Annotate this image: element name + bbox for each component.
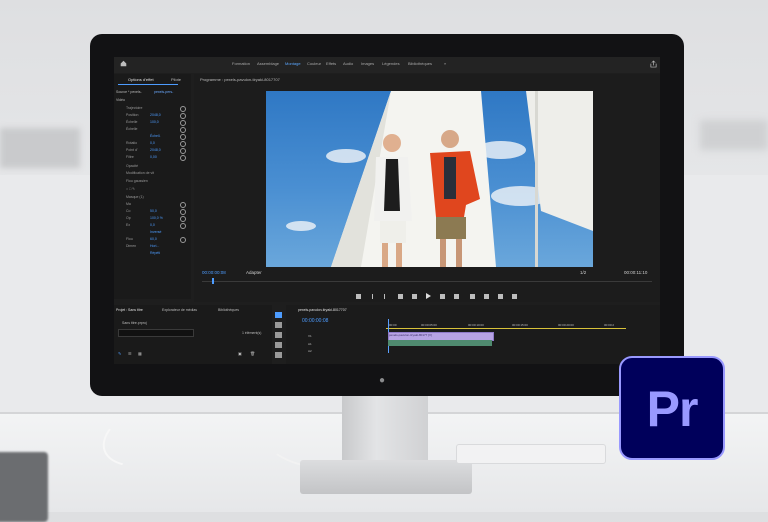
effect-controls-panel: Options d'effet Pilote Source * pexels- … [114,74,191,318]
timeline-timecode[interactable]: 00:00:00:08 [302,318,328,324]
fit-dropdown[interactable]: Adapter [246,270,262,275]
video-person-right [430,130,480,267]
project-filename: Sans titre.prproj [122,321,147,325]
workspace-tab[interactable]: Formation [232,61,250,66]
premiere-pro-logo-text: Pr [646,381,699,437]
lift-button[interactable] [470,294,475,299]
mark-in-button[interactable] [372,294,373,299]
workspace-tab[interactable]: Audio [343,61,353,66]
razor-tool-icon[interactable] [275,342,282,348]
video-cloud [286,221,316,231]
workspace-tab[interactable]: Images [361,61,374,66]
ruler-label: 00:00:10:00 [468,323,484,327]
tools-panel [274,312,284,362]
pen-tool-icon[interactable] [275,352,282,358]
background-shelf [0,128,80,168]
list-view-icon[interactable]: ☰ [128,351,132,356]
project-toolbar: ✎ ☰ ▦ ▣ 🗑 [118,351,268,357]
timeline-tab[interactable]: pexels-pavulon-tiryaki-8017707 [298,308,347,312]
source-label: Source * pexels- [116,90,142,94]
monitor-stand [342,394,428,464]
tab-media-browser[interactable]: Explorateur de médias [162,308,197,312]
ruler-label: 00:00:15:00 [512,323,528,327]
mark-out-button[interactable] [384,294,385,299]
effect-row[interactable]: Répéti [114,249,190,257]
track-label[interactable]: A2 [308,349,312,353]
workspace-tab[interactable]: Assemblage [257,61,279,66]
track-label[interactable]: A1 [308,342,312,346]
ruler-label: 00:00:2 [604,323,615,327]
project-item-count: 1 élément(s) [242,331,262,335]
ripple-edit-tool-icon[interactable] [275,332,282,338]
more-workspaces-icon[interactable]: » [444,61,446,66]
work-area-bar[interactable] [386,328,626,329]
export-frame-button[interactable] [498,294,503,299]
timeline-audio-clip[interactable] [388,340,492,346]
background-shelf [700,120,768,150]
ruler-label: 00:00:05:00 [421,323,437,327]
monitor-stand-base [300,460,472,494]
workspace-tab[interactable]: Légendes [382,61,400,66]
workspace-bar: Formation Assemblage Montage Couleur Eff… [114,57,660,73]
workspace-tab[interactable]: Effets [326,61,336,66]
tab-pilot[interactable]: Pilote [171,77,181,82]
ruler-label: 00:00:20:00 [558,323,574,327]
effect-row[interactable]: Filtre 0,00 [114,153,190,161]
program-duration-timecode: 00:00:11:10 [624,270,648,275]
workspace-tab[interactable]: Bibliothèques [408,61,432,66]
track-select-tool-icon[interactable] [275,322,282,328]
effect-row[interactable]: Flou gaussien [114,177,190,185]
premiere-window: Formation Assemblage Montage Couleur Eff… [114,57,660,364]
section-video: Vidéo [116,98,125,102]
premiere-pro-logo: Pr [619,356,725,460]
pencil-icon[interactable]: ✎ [118,351,121,356]
resolution-dropdown[interactable]: 1/2 [580,270,586,275]
step-forward-button[interactable] [440,294,445,299]
tab-effect-controls[interactable]: Options d'effet [128,77,154,82]
go-to-in-button[interactable] [398,294,403,299]
icon-view-icon[interactable]: ▦ [138,351,142,356]
source-sequence-link[interactable]: pexels-pers- [154,90,173,94]
trash-icon[interactable]: 🗑 [250,351,255,356]
program-playhead[interactable] [212,278,214,284]
project-panel: Projet : Sans titre Explorateur de média… [114,305,272,364]
play-icon[interactable] [426,293,431,299]
share-icon[interactable] [650,60,657,68]
program-current-timecode[interactable]: 00:00:00:08 [202,270,226,275]
marker-button[interactable] [356,294,361,299]
program-monitor-video [266,91,593,267]
program-monitor-title[interactable]: Programme : pexels-pavulon-tiryaki-80177… [200,77,280,82]
go-to-out-button[interactable] [454,294,459,299]
effect-row[interactable]: Modification de vit [114,169,190,177]
selection-tool-icon[interactable] [275,312,282,318]
video-sail [526,91,593,267]
step-back-button[interactable] [412,294,417,299]
track-label[interactable]: V1 [308,334,312,338]
ruler-label: 00:00 [389,323,397,327]
project-search-input[interactable] [118,329,194,337]
tab-project[interactable]: Projet : Sans titre [116,308,143,312]
workspace-tab-active[interactable]: Montage [285,61,301,66]
apple-logo-icon: ● [379,375,386,386]
keyboard [456,444,606,464]
new-item-icon[interactable]: ▣ [238,351,242,356]
tab-libraries[interactable]: Bibliothèques [218,308,239,312]
mask-tools[interactable]: ○ □ ✎ [114,185,190,193]
active-tab-underline [118,84,178,85]
home-icon[interactable] [120,60,127,67]
extract-button[interactable] [484,294,489,299]
workspace-tab[interactable]: Couleur [307,61,321,66]
program-scrubber[interactable] [202,281,652,282]
compare-button[interactable] [512,294,517,299]
